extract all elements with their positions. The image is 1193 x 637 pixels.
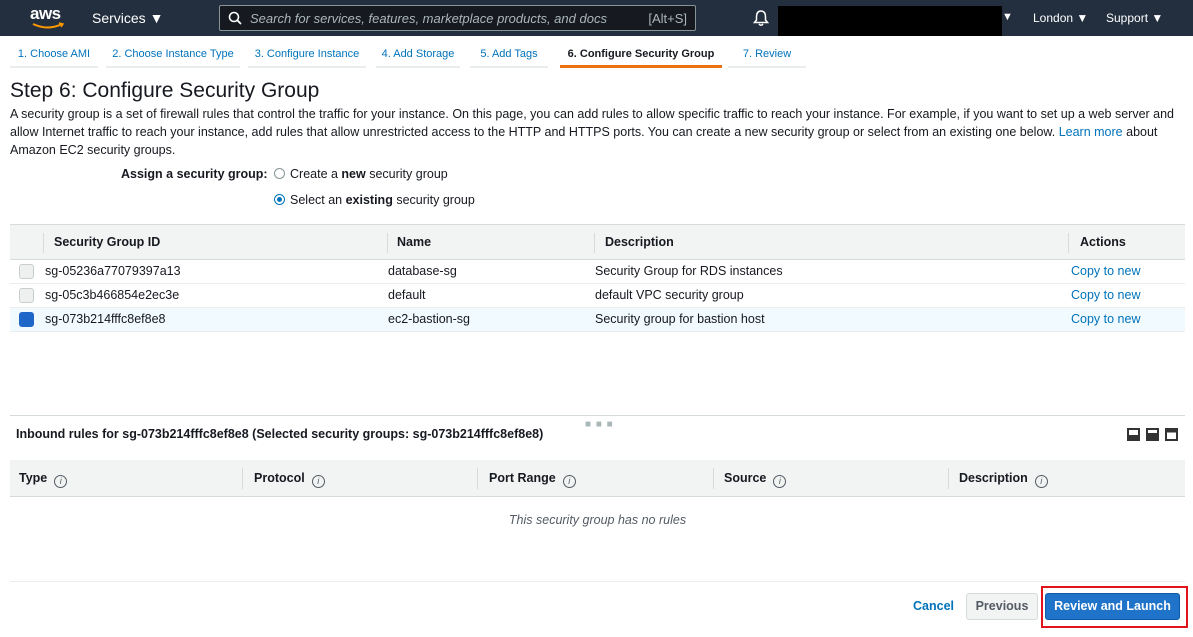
- info-icon[interactable]: i: [1034, 475, 1048, 488]
- security-group-id: sg-073b214fffc8ef8e8: [45, 312, 166, 326]
- panel-resize-handle[interactable]: ■ ■ ■: [585, 419, 614, 430]
- step-configure-security-group[interactable]: 6. Configure Security Group: [560, 42, 722, 68]
- aws-logo-text: aws: [30, 4, 61, 23]
- column-header-name[interactable]: Name: [397, 235, 431, 249]
- column-divider: [594, 233, 595, 253]
- previous-button[interactable]: Previous: [966, 593, 1038, 620]
- page-title: Step 6: Configure Security Group: [10, 79, 320, 102]
- account-caret-icon[interactable]: ▼: [1002, 11, 1013, 23]
- radio-button[interactable]: [274, 168, 285, 179]
- notifications-bell-icon[interactable]: [753, 9, 769, 27]
- aws-logo[interactable]: aws: [30, 4, 66, 32]
- step-review[interactable]: 7. Review: [728, 42, 806, 68]
- inbound-rules-table: Type i Protocol i Port Range i Source i Desc…: [10, 460, 1185, 582]
- radio-label: Select an existing security group: [290, 193, 475, 207]
- region-menu[interactable]: London ▼: [1033, 11, 1088, 25]
- table-row[interactable]: sg-05c3b466854e2ec3e default default VPC…: [10, 284, 1185, 308]
- column-header-description: Description i: [959, 471, 1048, 488]
- step-configure-instance[interactable]: 3. Configure Instance: [248, 42, 366, 68]
- radio-button-selected[interactable]: [274, 194, 285, 205]
- assign-security-group-label: Assign a security group:: [121, 167, 268, 181]
- top-nav-bar: aws Services ▼ Search for services, feat…: [0, 0, 1193, 36]
- review-and-launch-button[interactable]: Review and Launch: [1045, 593, 1180, 620]
- row-checkbox[interactable]: [19, 288, 34, 303]
- table-header: Type i Protocol i Port Range i Source i Desc…: [10, 460, 1185, 497]
- search-icon: [228, 11, 242, 25]
- security-groups-table: Security Group ID Name Description Actio…: [10, 224, 1185, 416]
- column-header-description[interactable]: Description: [605, 235, 674, 249]
- step-choose-instance-type[interactable]: 2. Choose Instance Type: [106, 42, 240, 68]
- security-group-description: Security Group for RDS instances: [595, 264, 783, 278]
- column-header-security-group-id[interactable]: Security Group ID: [54, 235, 160, 249]
- step-add-tags[interactable]: 5. Add Tags: [470, 42, 548, 68]
- panel-layout-toggles: [1121, 428, 1178, 443]
- copy-to-new-link[interactable]: Copy to new: [1071, 312, 1140, 326]
- info-icon[interactable]: i: [562, 475, 576, 488]
- copy-to-new-link[interactable]: Copy to new: [1071, 264, 1140, 278]
- cancel-button[interactable]: Cancel: [913, 599, 954, 613]
- table-header: Security Group ID Name Description Actio…: [10, 224, 1185, 260]
- security-group-id: sg-05c3b466854e2ec3e: [45, 288, 180, 302]
- row-checkbox[interactable]: [19, 264, 34, 279]
- column-divider: [1068, 233, 1069, 253]
- page-intro: A security group is a set of firewall ru…: [10, 105, 1180, 159]
- column-header-actions: Actions: [1080, 235, 1126, 249]
- security-group-name: default: [388, 288, 426, 302]
- column-header-type: Type i: [19, 471, 68, 488]
- column-divider: [387, 233, 388, 253]
- info-icon[interactable]: i: [54, 475, 68, 488]
- column-header-source: Source i: [724, 471, 787, 488]
- info-icon[interactable]: i: [311, 475, 325, 488]
- security-group-id: sg-05236a77079397a13: [45, 264, 181, 278]
- search-placeholder: Search for services, features, marketpla…: [250, 11, 607, 26]
- empty-state-text: This security group has no rules: [508, 513, 687, 527]
- table-row-selected[interactable]: sg-073b214fffc8ef8e8 ec2-bastion-sg Secu…: [10, 308, 1185, 332]
- layout-split-panel-icon[interactable]: [1146, 428, 1159, 441]
- security-group-name: ec2-bastion-sg: [388, 312, 470, 326]
- search-shortcut-hint: [Alt+S]: [648, 11, 687, 26]
- radio-label: Create a new security group: [290, 167, 448, 181]
- row-checkbox-checked[interactable]: [19, 312, 34, 327]
- security-group-description: default VPC security group: [595, 288, 744, 302]
- column-divider: [948, 468, 949, 489]
- intro-text: A security group is a set of firewall ru…: [10, 107, 1175, 139]
- global-search-input[interactable]: Search for services, features, marketpla…: [219, 5, 696, 31]
- column-header-port-range: Port Range i: [489, 471, 576, 488]
- info-icon[interactable]: i: [773, 475, 787, 488]
- column-divider: [43, 233, 44, 253]
- inbound-rules-title: Inbound rules for sg-073b214fffc8ef8e8 (…: [16, 427, 544, 441]
- learn-more-link[interactable]: Learn more: [1059, 125, 1123, 139]
- account-menu-redacted[interactable]: [778, 6, 1002, 36]
- step-add-storage[interactable]: 4. Add Storage: [376, 42, 460, 68]
- column-divider: [477, 468, 478, 489]
- services-menu[interactable]: Services ▼: [92, 10, 163, 26]
- layout-full-panel-icon[interactable]: [1165, 428, 1178, 441]
- step-choose-ami[interactable]: 1. Choose AMI: [10, 42, 98, 68]
- column-header-protocol: Protocol i: [254, 471, 325, 488]
- column-divider: [713, 468, 714, 489]
- aws-smile-icon: [32, 22, 64, 29]
- support-menu[interactable]: Support ▼: [1106, 11, 1163, 25]
- copy-to-new-link[interactable]: Copy to new: [1071, 288, 1140, 302]
- column-divider: [242, 468, 243, 489]
- security-group-description: Security group for bastion host: [595, 312, 765, 326]
- layout-bottom-panel-icon[interactable]: [1127, 428, 1140, 441]
- table-row[interactable]: sg-05236a77079397a13 database-sg Securit…: [10, 260, 1185, 284]
- security-group-name: database-sg: [388, 264, 457, 278]
